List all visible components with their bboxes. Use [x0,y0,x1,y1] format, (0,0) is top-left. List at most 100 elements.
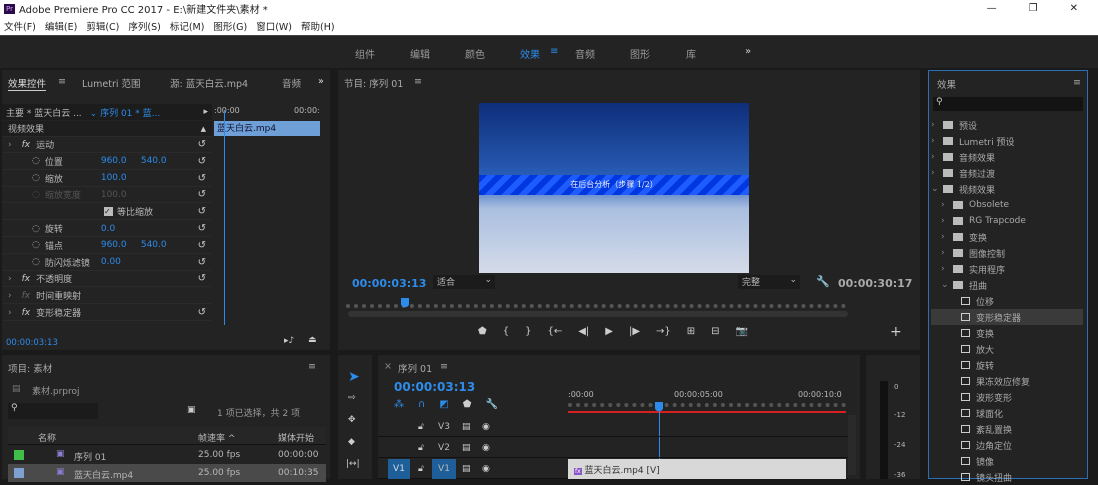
track-label[interactable]: V2 [432,438,456,458]
reset-icon[interactable]: ↺ [198,156,206,167]
effects-tree-item[interactable]: › 实用程序 [931,261,1083,277]
source-patch-v1[interactable]: V1 [388,459,410,479]
property-value[interactable]: 960.0 [101,156,141,166]
ec-clip-bar[interactable]: 蓝天白云.mp4 [214,121,320,136]
linked-selection-icon[interactable]: ◩ [439,399,448,410]
workspace-audio[interactable]: 音频 [575,46,595,61]
add-marker-icon[interactable]: ⬟ [463,399,472,410]
program-timecode[interactable]: 00:00:03:13 [352,277,426,290]
label-color-swatch[interactable] [14,468,24,478]
nest-icon[interactable]: ⁂ [394,399,404,410]
property-value[interactable]: 0.0 [101,224,141,234]
razor-tool-icon[interactable]: ◆ [348,437,355,447]
stopwatch-icon[interactable]: ◌ [32,257,40,267]
effects-tree-item[interactable]: 变换 [931,325,1083,341]
project-item[interactable]: ▣ 序列 01 25.00 fps 00:00:00 [8,446,326,464]
chevron-right-icon[interactable]: › [941,200,949,210]
reset-icon[interactable]: ↺ [198,139,206,150]
export-icon[interactable]: ⏏ [308,335,317,345]
chevron-right-icon[interactable]: › [941,248,949,258]
chevron-right-icon[interactable]: › [941,216,949,226]
effects-tree-item[interactable]: › 图像控制 [931,245,1083,261]
timeline-timecode[interactable]: 00:00:03:13 [394,380,475,394]
fx-icon[interactable]: fx [22,274,31,284]
reset-icon[interactable]: ↺ [198,240,206,251]
more-tabs-icon[interactable]: » [318,76,324,87]
zoom-dropdown[interactable]: 适合 ⌄ [433,275,495,289]
chevron-down-icon[interactable]: ⌄ [931,184,939,194]
step-forward-icon[interactable]: |▶ [629,326,640,337]
workspace-menu-icon[interactable]: ≡ [550,46,558,57]
tab-sequence[interactable]: 序列 01 [398,361,432,375]
effects-tree-item[interactable]: › Obsolete [931,197,1083,213]
effects-tree-item[interactable]: 镜头扭曲 [931,469,1083,485]
selection-tool-icon[interactable]: ➤ [348,369,360,385]
go-to-out-icon[interactable]: →} [656,326,671,337]
stopwatch-icon[interactable]: ◌ [32,224,40,234]
effects-search-input[interactable]: ⚲ [933,97,1083,111]
eye-icon[interactable]: ◉ [482,443,490,453]
chevron-right-icon[interactable]: › [931,168,939,178]
effects-tree-item[interactable]: 球面化 [931,405,1083,421]
video-preview[interactable]: 在后台分析（步骤 1/2） [479,103,749,273]
chevron-down-icon[interactable]: ⌄ [941,280,949,290]
column-name[interactable]: 名称 [38,431,56,444]
fx-icon[interactable]: fx [22,140,31,150]
timeline-playhead[interactable] [655,402,663,411]
effects-tree-item[interactable]: ⌄ 视频效果 [931,181,1083,197]
ec-playhead[interactable] [224,110,225,325]
effects-tree-item[interactable]: › 音频效果 [931,149,1083,165]
snap-icon[interactable]: ∩ [418,399,425,410]
menu-marker[interactable]: 标记(M) [170,19,205,33]
reset-icon[interactable]: ↺ [198,307,206,318]
workspace-more-button[interactable]: » [745,46,751,57]
chevron-right-icon[interactable]: › [941,232,949,242]
close-button[interactable]: ✕ [1070,3,1078,14]
play-icon[interactable]: ▶ [605,326,613,337]
new-bin-icon[interactable]: ▣ [187,405,196,415]
slip-tool-icon[interactable]: |↔| [346,459,360,469]
effects-tree-item[interactable]: 放大 [931,341,1083,357]
chevron-right-icon[interactable]: › [931,136,939,146]
timeline-ruler[interactable] [568,403,846,409]
panel-menu-icon[interactable]: ≡ [414,76,422,87]
export-frame-icon[interactable]: 📷 [736,326,748,337]
workspace-libraries[interactable]: 库 [686,46,696,61]
extract-icon[interactable]: ⊟ [711,326,719,337]
effects-tree-item[interactable]: 边角定位 [931,437,1083,453]
column-media-start[interactable]: 媒体开始 [278,431,314,444]
timeline-clip[interactable]: fx 蓝天白云.mp4 [V] [568,459,846,479]
chevron-right-icon[interactable]: › [931,152,939,162]
tab-lumetri-scopes[interactable]: Lumetri 范围 [82,76,141,90]
quality-dropdown[interactable]: 完整 ⌄ [738,275,800,289]
add-marker-icon[interactable]: ⬟ [478,326,487,337]
button-editor-icon[interactable]: + [890,324,902,340]
eye-icon[interactable]: ◉ [482,422,490,432]
reset-icon[interactable]: ↺ [198,173,206,184]
effects-tree-item[interactable]: › RG Trapcode [931,213,1083,229]
timeline-settings-icon[interactable]: 🔧 [485,399,497,410]
sync-lock-icon[interactable]: ▤ [462,443,471,453]
property-value[interactable]: 960.0 [101,240,141,250]
effects-tree-item[interactable]: 镜像 [931,453,1083,469]
master-clip-label[interactable]: 主要 * 蓝天白云 ... [6,106,82,119]
reset-icon[interactable]: ↺ [198,206,206,217]
label-color-swatch[interactable] [14,450,24,460]
menu-clip[interactable]: 剪辑(C) [86,19,119,33]
fx-icon[interactable]: fx [22,308,31,318]
reset-icon[interactable]: ↺ [198,189,206,200]
property-value[interactable]: 0.00 [101,257,141,267]
chevron-right-icon[interactable]: › [931,120,939,130]
filter-audio-icon[interactable]: ▸♪ [284,336,294,346]
menu-sequence[interactable]: 序列(S) [128,19,160,33]
property-value[interactable]: 100.0 [101,190,141,200]
track-label[interactable]: V1 [432,459,456,479]
fx-icon[interactable]: fx [22,291,31,301]
property-value[interactable]: 540.0 [141,156,167,166]
maximize-button[interactable]: ❐ [1029,3,1038,14]
minimize-button[interactable]: — [987,3,997,14]
ripple-edit-tool-icon[interactable]: ✥ [348,415,356,425]
menu-edit[interactable]: 编辑(E) [45,19,77,33]
go-to-in-icon[interactable]: {← [547,326,562,337]
track-label[interactable]: V3 [432,417,456,437]
